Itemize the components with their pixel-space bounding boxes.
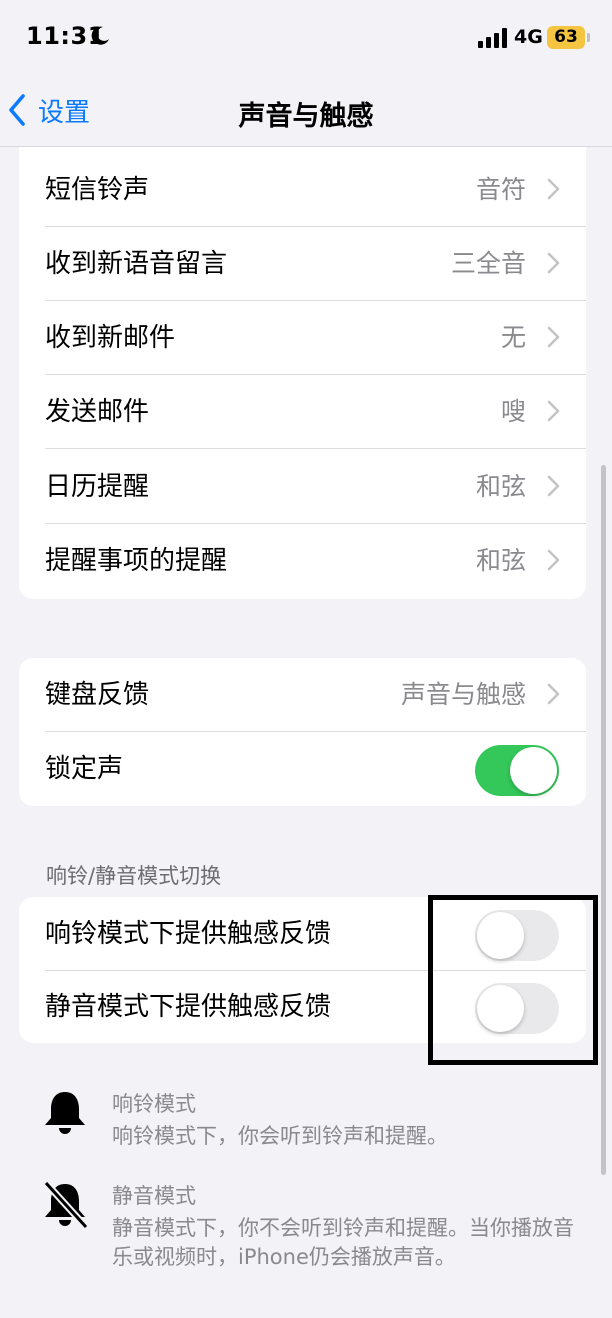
silent-mode-title: 静音模式	[112, 1184, 196, 1208]
list-item-value: 嗖	[500, 397, 526, 426]
ring-mode-title: 响铃模式	[112, 1092, 196, 1116]
chevron-right-icon	[547, 326, 560, 348]
moon-icon	[91, 26, 109, 45]
list-item-value: 和弦	[475, 546, 526, 575]
list-item-label: 收到新语音留言	[45, 249, 228, 279]
chevron-right-icon	[547, 252, 560, 274]
signal-icon	[478, 28, 507, 48]
keyboard-feedback-value: 声音与触感	[400, 680, 526, 709]
keyboard-feedback-row[interactable]: 键盘反馈 声音与触感	[19, 658, 586, 732]
list-item[interactable]: 日历提醒 和弦	[19, 450, 586, 524]
chevron-right-icon	[547, 178, 560, 200]
ring-haptics-label: 响铃模式下提供触感反馈	[45, 919, 332, 949]
list-item-label: 发送邮件	[45, 397, 150, 427]
list-item-label: 收到新邮件	[45, 323, 176, 353]
list-item-value: 无	[500, 323, 526, 352]
silent-mode-description: 静音模式下，你不会听到铃声和提醒。当你播放音乐或视频时，iPhone仍会播放声音…	[112, 1216, 574, 1269]
bell-slash-icon	[43, 1180, 89, 1230]
highlight-box	[428, 895, 598, 1065]
list-item-value: 三全音	[450, 249, 526, 278]
battery-cap	[587, 33, 590, 42]
list-item[interactable]: 收到新语音留言 三全音	[19, 227, 586, 301]
list-item-value: 和弦	[475, 472, 526, 501]
silent-haptics-label: 静音模式下提供触感反馈	[45, 992, 332, 1022]
page-title: 声音与触感	[238, 101, 374, 132]
ring-mode-description: 响铃模式下，你会听到铃声和提醒。	[112, 1124, 448, 1148]
bell-icon	[45, 1092, 85, 1134]
scrollbar[interactable]	[601, 465, 606, 1175]
list-item[interactable]: 收到新邮件 无	[19, 301, 586, 375]
status-bar: 11:31 4G 63	[0, 0, 612, 76]
lock-sound-label: 锁定声	[45, 754, 124, 784]
navigation-bar: 设置 声音与触感	[0, 76, 612, 147]
list-item-label: 提醒事项的提醒	[45, 546, 228, 576]
list-item-value: 音符	[475, 175, 526, 204]
chevron-right-icon	[547, 475, 560, 497]
chevron-right-icon	[547, 549, 560, 571]
keyboard-feedback-label: 键盘反馈	[45, 680, 150, 710]
section-header: 响铃/静音模式切换	[46, 864, 222, 888]
alert-tones-group: 短信铃声 音符 收到新语音留言 三全音 收到新邮件 无 发送邮件 嗖 日历提醒 …	[19, 147, 586, 599]
lock-sound-row: 锁定声	[19, 732, 586, 806]
list-item[interactable]: 短信铃声 音符	[19, 153, 586, 227]
list-item-label: 日历提醒	[45, 472, 150, 502]
toggle-knob	[510, 747, 557, 794]
chevron-right-icon	[547, 400, 560, 422]
list-item[interactable]: 发送邮件 嗖	[19, 375, 586, 449]
feedback-group: 键盘反馈 声音与触感 锁定声	[19, 658, 586, 806]
chevron-right-icon	[547, 683, 560, 705]
network-type: 4G	[514, 26, 543, 48]
lock-sound-toggle[interactable]	[475, 745, 559, 796]
list-item[interactable]: 提醒事项的提醒 和弦	[19, 524, 586, 598]
list-item-label: 短信铃声	[45, 175, 150, 205]
battery-icon: 63	[547, 26, 585, 49]
